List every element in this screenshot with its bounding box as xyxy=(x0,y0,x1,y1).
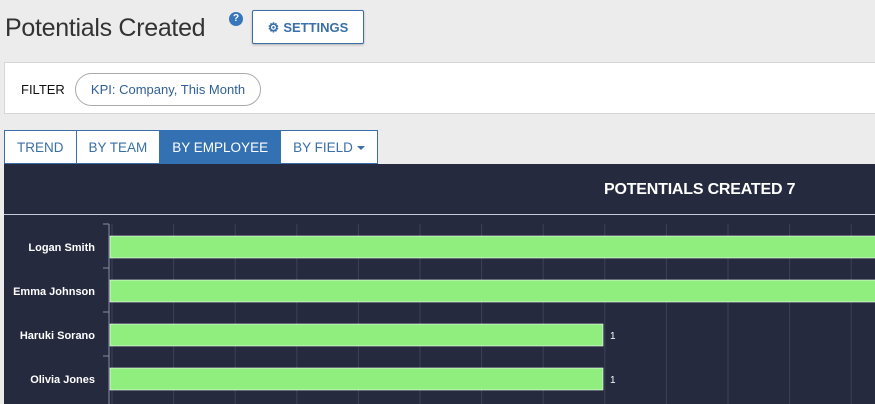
chevron-down-icon xyxy=(356,146,365,150)
data-label: 1 xyxy=(610,331,616,342)
filter-chip[interactable]: KPI: Company, This Month xyxy=(75,73,261,106)
tab-by-team[interactable]: BY TEAM xyxy=(75,130,160,164)
settings-button[interactable]: ⚙ SETTINGS xyxy=(252,10,364,44)
view-tabs: TREND BY TEAM BY EMPLOYEE BY FIELD xyxy=(4,130,378,164)
tab-by-field[interactable]: BY FIELD xyxy=(280,130,378,164)
y-tick-label: Olivia Jones xyxy=(30,374,95,386)
tab-trend[interactable]: TREND xyxy=(4,130,76,164)
gear-icon: ⚙ xyxy=(267,19,280,35)
bar xyxy=(109,367,604,391)
y-tick-label: Emma Johnson xyxy=(13,286,95,298)
tab-label: BY TEAM xyxy=(88,139,148,155)
bar-chart: Logan Smith Emma Johnson Haruki Sorano 1 Oli… xyxy=(13,223,875,404)
filter-label: FILTER xyxy=(21,82,65,97)
y-tick-label: Haruki Sorano xyxy=(20,330,95,342)
filter-bar: FILTER KPI: Company, This Month xyxy=(4,62,875,114)
bar xyxy=(109,279,875,303)
tab-label: TREND xyxy=(17,139,64,155)
data-label: 1 xyxy=(610,375,616,386)
bar xyxy=(109,323,604,347)
page-header: Potentials Created ? ⚙ SETTINGS xyxy=(0,0,875,60)
question-circle-icon[interactable]: ? xyxy=(229,12,243,26)
bar xyxy=(109,235,875,259)
tab-label: BY FIELD xyxy=(293,139,353,155)
chart-panel: POTENTIALS CREATED 7 Logan Smith Emma Joh… xyxy=(4,164,875,404)
page-title: Potentials Created xyxy=(5,14,206,42)
y-tick-label: Logan Smith xyxy=(28,242,95,254)
settings-label: SETTINGS xyxy=(283,19,349,35)
tab-by-employee[interactable]: BY EMPLOYEE xyxy=(159,130,281,164)
tab-label: BY EMPLOYEE xyxy=(172,139,269,155)
